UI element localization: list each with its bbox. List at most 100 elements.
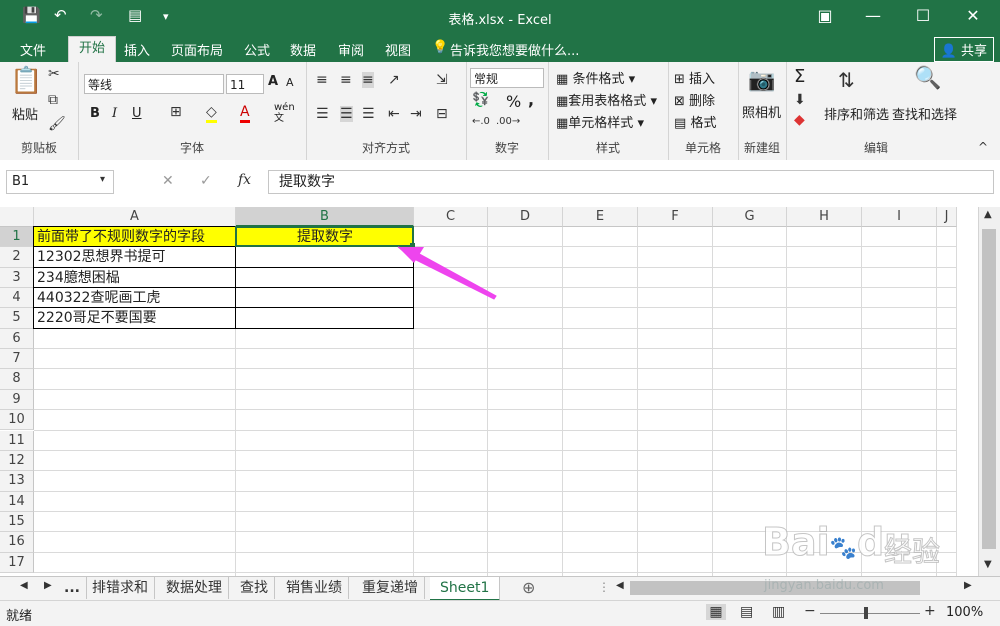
row-header-4[interactable]: 4: [0, 288, 34, 309]
format-as-table-button[interactable]: ▦套用表格格式 ▾: [556, 90, 657, 109]
row-header-1[interactable]: 1: [0, 227, 34, 248]
cut-icon[interactable]: ✂: [48, 66, 60, 82]
decrease-indent-icon[interactable]: ⇤: [388, 106, 400, 122]
tab-file[interactable]: 文件: [20, 40, 46, 59]
delete-cells-button[interactable]: ⊠ 删除: [674, 90, 715, 109]
row-header-17[interactable]: 17: [0, 552, 34, 573]
tab-split-icon[interactable]: ⋮: [598, 580, 610, 594]
name-box-dropdown-icon[interactable]: ▾: [100, 174, 105, 185]
percent-button[interactable]: %: [506, 92, 521, 111]
column-header-f[interactable]: F: [638, 207, 713, 227]
find-select-icon[interactable]: 🔍: [914, 66, 941, 91]
accounting-format-icon[interactable]: 💱: [472, 92, 489, 108]
comma-button[interactable]: ,: [528, 90, 534, 109]
zoom-level[interactable]: 100%: [946, 605, 983, 620]
sheet-tab[interactable]: 销售业绩: [280, 577, 349, 599]
cell-a1[interactable]: 前面带了不规则数字的字段: [34, 227, 236, 248]
paste-icon[interactable]: 📋: [10, 66, 42, 96]
camera-icon[interactable]: 📷: [748, 68, 775, 93]
share-button[interactable]: 👤 共享: [933, 37, 994, 62]
vertical-scrollbar[interactable]: ▲ ▼: [978, 207, 1000, 577]
row-header-9[interactable]: 9: [0, 389, 34, 411]
tab-data[interactable]: 数据: [290, 40, 316, 59]
shrink-font-button[interactable]: A: [286, 76, 294, 89]
bold-button[interactable]: B: [90, 106, 100, 121]
row-header-12[interactable]: 12: [0, 450, 34, 472]
row-header-8[interactable]: 8: [0, 369, 34, 390]
name-box[interactable]: B1: [6, 170, 114, 194]
row-header-2[interactable]: 2: [0, 247, 34, 268]
horizontal-scroll-thumb[interactable]: [630, 581, 920, 595]
scroll-up-icon[interactable]: ▲: [984, 209, 992, 220]
row-header-11[interactable]: 11: [0, 430, 34, 451]
cell-b3[interactable]: [236, 268, 414, 288]
new-sheet-icon[interactable]: ⊕: [522, 578, 535, 597]
borders-icon[interactable]: ⊞: [170, 104, 182, 120]
zoom-slider[interactable]: [820, 613, 920, 614]
cell-b4[interactable]: [236, 288, 414, 308]
align-right-icon[interactable]: ☰: [362, 106, 375, 122]
normal-view-icon[interactable]: ▦: [706, 604, 726, 620]
page-layout-view-icon[interactable]: ▤: [740, 604, 753, 620]
enter-icon[interactable]: ✓: [200, 173, 212, 189]
align-left-icon[interactable]: ☰: [316, 106, 329, 122]
sheet-tab[interactable]: 数据处理: [160, 577, 229, 599]
next-sheet-icon[interactable]: ▶: [44, 580, 52, 591]
sheet-tab[interactable]: 查找: [234, 577, 275, 599]
sheet-tab-active[interactable]: Sheet1: [430, 577, 501, 601]
tab-review[interactable]: 审阅: [338, 40, 364, 59]
clear-icon[interactable]: ◆: [794, 112, 805, 128]
sort-filter-button[interactable]: 排序和筛选: [824, 104, 889, 123]
increase-indent-icon[interactable]: ⇥: [410, 106, 422, 122]
font-size-select[interactable]: 11: [226, 74, 264, 94]
cell-styles-button[interactable]: ▦单元格样式 ▾: [556, 112, 644, 131]
align-top-icon[interactable]: ≡: [316, 72, 328, 88]
formula-input[interactable]: 提取数字: [268, 170, 994, 194]
format-cells-button[interactable]: ▤ 格式: [674, 112, 716, 131]
align-middle-icon[interactable]: ≡: [340, 72, 352, 88]
camera-button[interactable]: 照相机: [742, 102, 781, 121]
cell-b5[interactable]: [236, 308, 414, 328]
column-header-c[interactable]: C: [414, 207, 488, 227]
column-header-a[interactable]: A: [34, 207, 236, 227]
paste-button[interactable]: 粘贴: [12, 104, 38, 123]
row-header-3[interactable]: 3: [0, 267, 34, 289]
align-bottom-icon[interactable]: ≡: [362, 72, 374, 88]
row-header-7[interactable]: 7: [0, 349, 34, 370]
more-sheets-button[interactable]: ...: [58, 577, 87, 599]
format-painter-icon[interactable]: 🖌: [48, 116, 66, 132]
cell-a3[interactable]: 234臆想困榀: [34, 268, 236, 288]
fill-handle[interactable]: [410, 243, 415, 249]
prev-sheet-icon[interactable]: ◀: [20, 580, 28, 591]
select-all-corner[interactable]: [0, 207, 34, 227]
close-icon[interactable]: ✕: [958, 6, 988, 25]
font-color-icon[interactable]: A: [240, 104, 250, 123]
row-header-14[interactable]: 14: [0, 491, 34, 512]
decrease-decimal-icon[interactable]: .00→: [496, 116, 520, 127]
cancel-icon[interactable]: ✕: [162, 173, 174, 189]
number-format-select[interactable]: 常规: [470, 68, 544, 88]
zoom-slider-handle[interactable]: [864, 607, 868, 619]
row-header-13[interactable]: 13: [0, 471, 34, 492]
fill-color-icon[interactable]: ◇: [206, 104, 217, 123]
tab-page-layout[interactable]: 页面布局: [171, 40, 223, 59]
font-name-select[interactable]: 等线: [84, 74, 224, 94]
sheet-tab[interactable]: 重复递增: [356, 577, 425, 599]
maximize-icon[interactable]: ☐: [908, 6, 938, 25]
zoom-out-icon[interactable]: −: [804, 603, 816, 619]
copy-icon[interactable]: ⧉: [48, 92, 58, 108]
cell-b2[interactable]: [236, 247, 414, 267]
cell-a5[interactable]: 2220哥足不要国要: [34, 308, 236, 328]
fill-icon[interactable]: ⬇: [794, 92, 806, 108]
scroll-right-icon[interactable]: ▶: [964, 580, 972, 591]
find-select-button[interactable]: 查找和选择: [892, 104, 957, 123]
row-header-6[interactable]: 6: [0, 328, 34, 350]
row-header-10[interactable]: 10: [0, 410, 34, 431]
row-header-16[interactable]: 16: [0, 532, 34, 553]
conditional-format-button[interactable]: ▦ 条件格式 ▾: [556, 68, 635, 87]
worksheet-grid[interactable]: A B C D E F G H I J 1 2 3 4 5 6 7 8 9 10 11 12 13 14 15 16 17 前面带了不…: [0, 207, 978, 577]
column-header-g[interactable]: G: [713, 207, 787, 227]
page-break-view-icon[interactable]: ▥: [772, 604, 785, 620]
tab-view[interactable]: 视图: [385, 40, 411, 59]
phonetic-button[interactable]: wén 文: [274, 102, 295, 124]
